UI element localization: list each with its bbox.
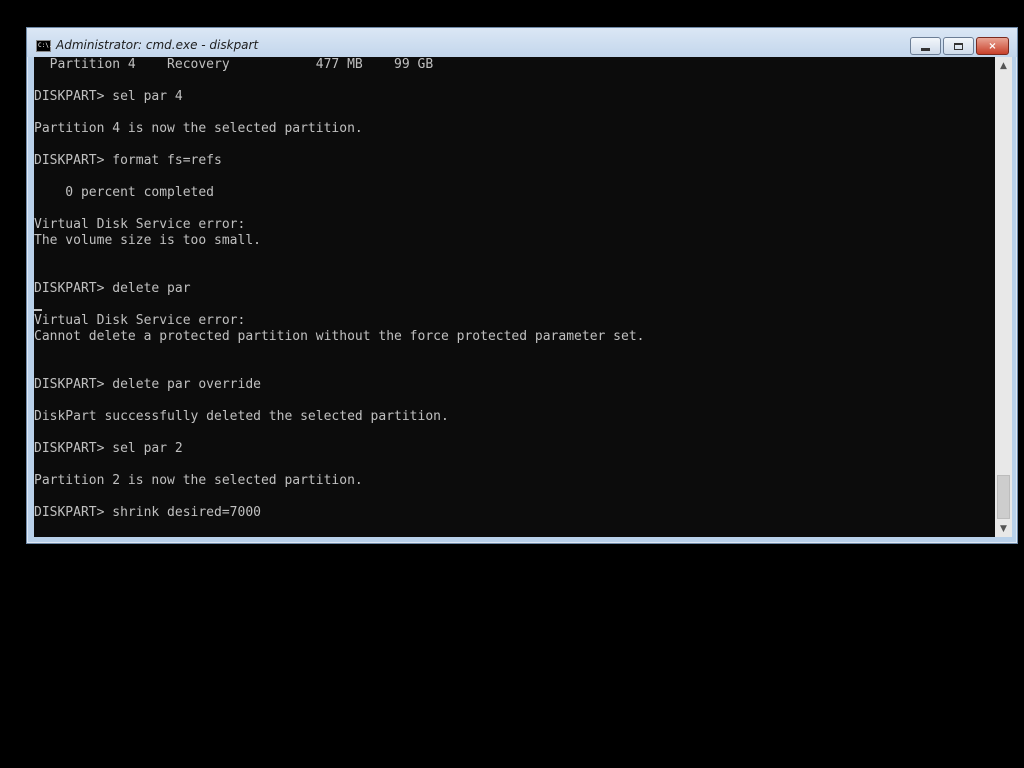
console-line: Partition 4 is now the selected partitio… — [34, 121, 363, 136]
vertical-scrollbar[interactable]: ▲ ▼ — [995, 57, 1012, 537]
console-line: DISKPART> sel par 4 — [34, 89, 183, 104]
console-output[interactable]: Partition 4 Recovery 477 MB 99 GB DISKPAR… — [34, 57, 995, 537]
console-line: Virtual Disk Service error: — [34, 217, 246, 232]
console-lines: Partition 4 Recovery 477 MB 99 GB DISKPAR… — [34, 57, 644, 521]
scroll-down-icon[interactable]: ▼ — [995, 520, 1012, 537]
console-line: Virtual Disk Service error: — [34, 313, 246, 328]
console-line: DISKPART> shrink desired=7000 — [34, 505, 261, 520]
close-icon: × — [988, 40, 997, 52]
console-line: DISKPART> format fs=refs — [34, 153, 222, 168]
console-line: Cannot delete a protected partition with… — [34, 329, 645, 344]
scroll-up-icon[interactable]: ▲ — [995, 57, 1012, 74]
minimize-icon — [921, 47, 930, 51]
text-cursor — [34, 309, 42, 311]
title-bar[interactable]: C:\. Administrator: cmd.exe - diskpart × — [27, 28, 1017, 57]
console-line: 0 percent completed — [34, 185, 215, 200]
scrollbar-thumb[interactable] — [997, 475, 1010, 519]
console-line: DISKPART> sel par 2 — [34, 441, 183, 456]
maximize-icon — [954, 42, 963, 50]
console-line: DISKPART> delete par override — [34, 377, 261, 392]
console-line: DISKPART> delete par — [34, 281, 191, 296]
cmd-icon[interactable]: C:\. — [36, 40, 52, 52]
console-line: Partition 4 Recovery 477 MB 99 GB — [34, 57, 434, 72]
minimize-button[interactable] — [910, 37, 941, 55]
window-title: Administrator: cmd.exe - diskpart — [56, 38, 259, 52]
console-line: DiskPart successfully deleted the select… — [34, 409, 449, 424]
cmd-window: C:\. Administrator: cmd.exe - diskpart ×… — [26, 27, 1018, 544]
console-line: The volume size is too small. — [34, 233, 261, 248]
maximize-button[interactable] — [943, 37, 974, 55]
close-button[interactable]: × — [976, 37, 1009, 55]
console-line: Partition 2 is now the selected partitio… — [34, 473, 363, 488]
